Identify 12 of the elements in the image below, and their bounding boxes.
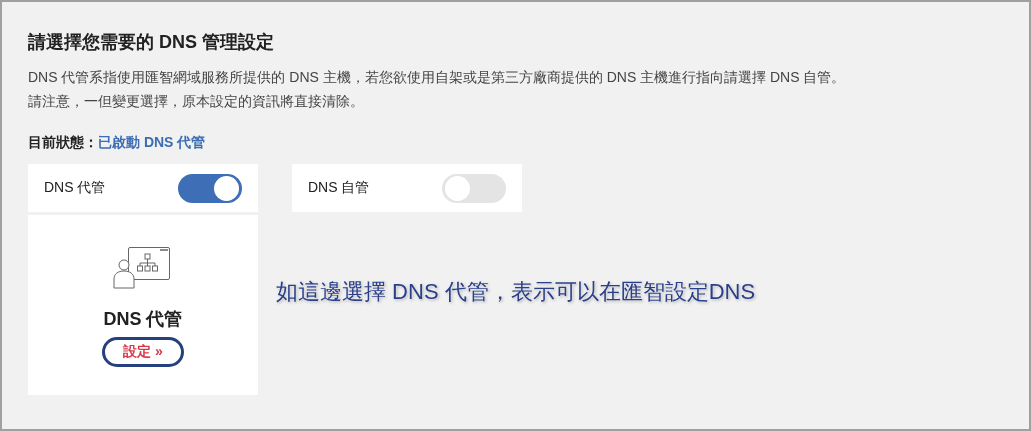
toggle-switch[interactable] — [442, 173, 506, 203]
toggle-switch[interactable] — [178, 173, 242, 203]
description-text: DNS 代管系指使用匯智網域服務所提供的 DNS 主機，若您欲使用自架或是第三方廠商提供的 DNS 主機進行指向請選擇 DNS 自管。 — [28, 68, 847, 86]
status-value: 已啟動 DNS 代管 — [98, 134, 206, 150]
section-heading: 請選擇您需要的 DNS 管理設定 — [28, 31, 275, 54]
option-label: DNS 自管 — [308, 179, 370, 197]
card-title: DNS 代管 — [103, 308, 183, 331]
settings-button[interactable]: 設定 » — [102, 337, 184, 367]
annotation-text: 如這邊選擇 DNS 代管，表示可以在匯智設定DNS — [276, 278, 756, 306]
description-text: 請注意，一但變更選擇，原本設定的資訊將直接清除。 — [28, 92, 365, 110]
status-label: 目前狀態： — [28, 134, 98, 150]
option-label: DNS 代管 — [44, 179, 106, 197]
